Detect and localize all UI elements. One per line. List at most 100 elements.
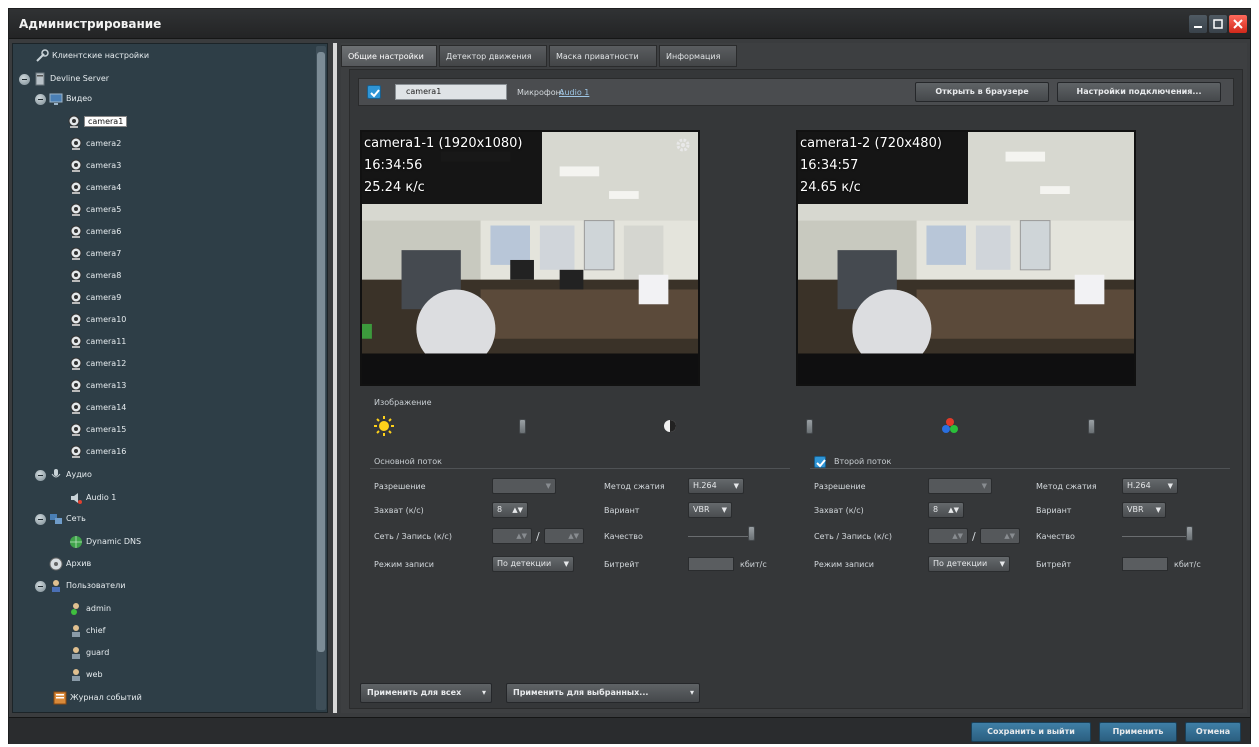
second-rec-mode-select[interactable]: По детекции ▼ xyxy=(928,556,1010,572)
main-rec-mode-select[interactable]: По детекции ▼ xyxy=(492,556,574,572)
tree-item-camera9[interactable]: camera9 xyxy=(69,290,121,306)
brightness-slider[interactable] xyxy=(519,419,526,434)
tree-item-event-log[interactable]: Журнал событий xyxy=(53,690,142,706)
tree-item-server[interactable]: Devline Server xyxy=(33,71,109,87)
main-bitrate-label: Битрейт xyxy=(604,560,640,569)
second-quality-track[interactable] xyxy=(1122,536,1186,537)
tree-item-camera8[interactable]: camera8 xyxy=(69,268,121,284)
main-variant-select[interactable]: VBR ▼ xyxy=(688,502,732,518)
tree-item-user-admin[interactable]: admin xyxy=(69,601,111,617)
tree-item-camera3[interactable]: camera3 xyxy=(69,158,121,174)
second-rec-fps-stepper[interactable]: ▲▼ xyxy=(980,528,1020,544)
tree-item-camera14[interactable]: camera14 xyxy=(69,400,126,416)
connection-settings-button[interactable]: Настройки подключения... xyxy=(1057,82,1221,102)
microphone-link[interactable]: Audio 1 xyxy=(559,88,589,97)
expand-audio[interactable] xyxy=(35,470,46,481)
tree-item-camera2[interactable]: camera2 xyxy=(69,136,121,152)
contrast-slider[interactable] xyxy=(806,419,813,434)
main-fps-label: Захват (к/с) xyxy=(374,506,424,515)
cancel-button[interactable]: Отмена xyxy=(1185,722,1241,742)
second-resolution-select[interactable]: ▼ xyxy=(928,478,992,494)
tree-item-client-settings[interactable]: Клиентские настройки xyxy=(35,48,149,64)
camera-icon xyxy=(70,203,82,216)
second-bitrate-field[interactable] xyxy=(1122,557,1168,571)
tree-item-audio1[interactable]: Audio 1 xyxy=(69,490,116,506)
tree-item-user-web[interactable]: web xyxy=(69,667,103,683)
minimize-button[interactable] xyxy=(1189,15,1207,33)
tab-privacy-mask[interactable]: Маска приватности xyxy=(549,45,657,67)
tree-item-ddns[interactable]: Dynamic DNS xyxy=(69,534,141,550)
separator-slash: / xyxy=(536,530,540,543)
tree-item-user-guard[interactable]: guard xyxy=(69,645,109,661)
maximize-button[interactable] xyxy=(1209,15,1227,33)
apply-all-button[interactable]: Применить для всех ▾ xyxy=(360,683,492,703)
main-net-fps-stepper[interactable]: ▲▼ xyxy=(492,528,532,544)
tab-general[interactable]: Общие настройки xyxy=(341,45,437,67)
tree-item-camera7[interactable]: camera7 xyxy=(69,246,121,262)
speaker-icon xyxy=(71,493,82,504)
second-net-rec-label: Сеть / Запись (к/с) xyxy=(814,532,892,541)
tab-info[interactable]: Информация xyxy=(659,45,737,67)
second-fps-label: Захват (к/с) xyxy=(814,506,864,515)
tree-item-camera1[interactable]: camera1 xyxy=(67,114,128,130)
main-fps-stepper[interactable]: 8 ▲▼ xyxy=(492,502,528,518)
main-bitrate-field[interactable] xyxy=(688,557,734,571)
main-stream-heading: Основной поток xyxy=(374,457,442,466)
camera-name-input[interactable]: camera1 xyxy=(395,84,507,100)
expand-video[interactable] xyxy=(35,94,46,105)
tree-item-camera15[interactable]: camera15 xyxy=(69,422,126,438)
admin-window: Администрирование Клиентские настройки D… xyxy=(8,8,1251,744)
apply-selected-button[interactable]: Применить для выбранных... ▾ xyxy=(506,683,700,703)
tree-item-camera12[interactable]: camera12 xyxy=(69,356,126,372)
tree-item-video[interactable]: Видео xyxy=(49,91,92,107)
tree-item-camera16[interactable]: camera16 xyxy=(69,444,126,460)
tree-item-user-chief[interactable]: chief xyxy=(69,623,105,639)
tree-item-audio[interactable]: Аудио xyxy=(49,467,92,483)
minimize-icon xyxy=(1194,26,1202,28)
second-variant-select[interactable]: VBR ▼ xyxy=(1122,502,1166,518)
tree-item-camera10[interactable]: camera10 xyxy=(69,312,126,328)
save-and-exit-button[interactable]: Сохранить и выйти xyxy=(971,722,1091,742)
second-fps-stepper[interactable]: 8 ▲▼ xyxy=(928,502,964,518)
tree-item-network[interactable]: Сеть xyxy=(49,511,86,527)
splitter[interactable] xyxy=(333,43,337,713)
tree-item-camera13[interactable]: camera13 xyxy=(69,378,126,394)
tree-item-camera11[interactable]: camera11 xyxy=(69,334,126,350)
tree-scrollbar-thumb[interactable] xyxy=(317,52,325,652)
second-stream-checkbox[interactable] xyxy=(814,456,826,468)
main-quality-track[interactable] xyxy=(688,536,752,537)
main-codec-select[interactable]: H.264 ▼ xyxy=(688,478,744,494)
tree-item-camera4[interactable]: camera4 xyxy=(69,180,121,196)
apply-button[interactable]: Применить xyxy=(1099,722,1177,742)
network-icon xyxy=(50,514,62,524)
tab-motion-detector[interactable]: Детектор движения xyxy=(439,45,547,67)
expand-users[interactable] xyxy=(35,581,46,592)
contrast-icon xyxy=(664,420,676,432)
video-preview-secondary[interactable]: camera1-2 (720x480) 16:34:57 24.65 к/с xyxy=(796,130,1136,386)
gear-icon[interactable] xyxy=(674,136,692,154)
second-quality-slider[interactable] xyxy=(1186,526,1193,541)
microphone-label: Микрофон: xyxy=(517,88,564,97)
camera-icon xyxy=(70,335,82,348)
video-preview-main[interactable]: camera1-1 (1920x1080) 16:34:56 25.24 к/с xyxy=(360,130,700,386)
chevron-down-icon: ▾ xyxy=(481,688,486,697)
second-rec-mode-label: Режим записи xyxy=(814,560,874,569)
second-codec-select[interactable]: H.264 ▼ xyxy=(1122,478,1178,494)
tree-item-archive[interactable]: Архив xyxy=(49,556,91,572)
saturation-slider[interactable] xyxy=(1088,419,1095,434)
tree-item-camera5[interactable]: camera5 xyxy=(69,202,121,218)
camera-enabled-checkbox[interactable] xyxy=(367,85,381,99)
tree-scrollbar[interactable] xyxy=(316,46,326,710)
expand-network[interactable] xyxy=(35,514,46,525)
close-button[interactable] xyxy=(1229,15,1247,33)
expand-server[interactable] xyxy=(19,74,30,85)
main-resolution-select[interactable]: ▼ xyxy=(492,478,556,494)
main-rec-fps-stepper[interactable]: ▲▼ xyxy=(544,528,584,544)
main-quality-slider[interactable] xyxy=(748,526,755,541)
second-net-fps-stepper[interactable]: ▲▼ xyxy=(928,528,968,544)
second-bitrate-label: Битрейт xyxy=(1036,560,1072,569)
tree-item-camera6[interactable]: camera6 xyxy=(69,224,121,240)
open-in-browser-button[interactable]: Открыть в браузере xyxy=(915,82,1049,102)
tree-item-users[interactable]: Пользователи xyxy=(49,578,125,594)
chevron-down-icon: ▼ xyxy=(1167,482,1173,490)
